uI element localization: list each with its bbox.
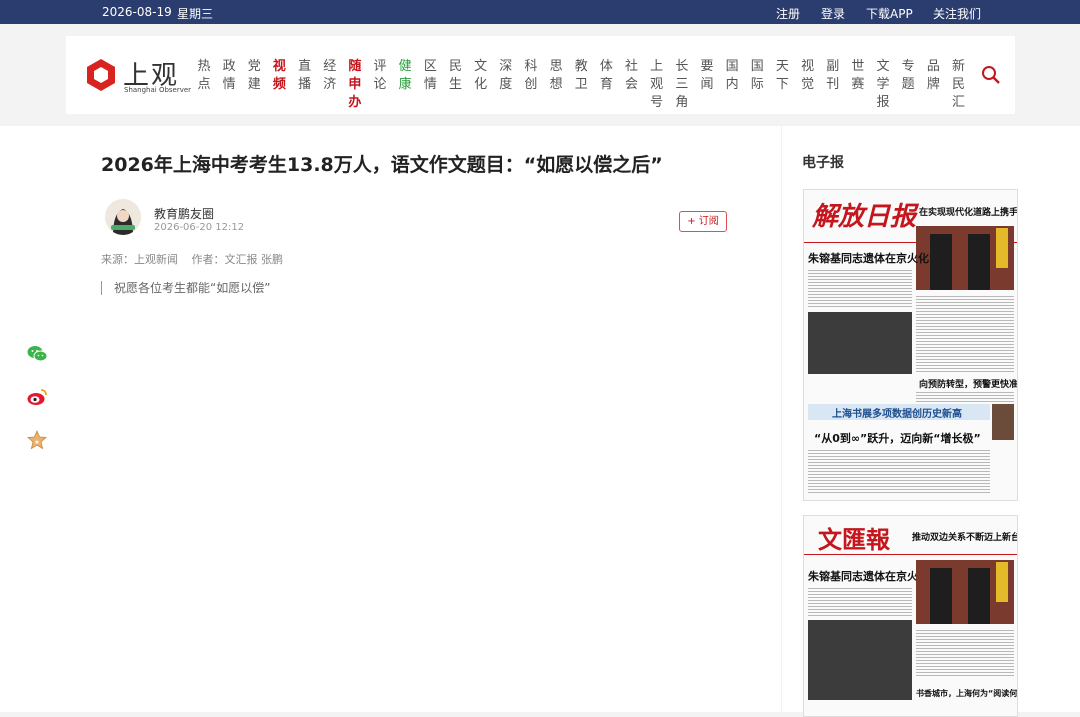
nav-item[interactable]: 党建 xyxy=(247,58,261,94)
nav-item[interactable]: 民生 xyxy=(449,58,463,94)
paper-banner-text: 上海书展多项数据创历史新高 xyxy=(832,409,962,420)
nav-item[interactable]: 深度 xyxy=(499,58,513,94)
nav-item[interactable]: 文学报 xyxy=(876,58,890,112)
top-bar: 2026-08-19 星期三 注册 登录 下载APP 关注我们 xyxy=(0,0,1080,24)
paper-text-block xyxy=(916,390,1014,402)
paper-photo xyxy=(916,560,1014,624)
nav-item[interactable]: 上观号 xyxy=(650,58,664,112)
wechat-share-icon[interactable] xyxy=(26,343,48,365)
logo-subtitle: Shanghai Observer xyxy=(124,86,192,94)
paper-text-block xyxy=(916,294,1014,374)
nav-item[interactable]: 教卫 xyxy=(574,58,588,94)
download-app-link[interactable]: 下载APP xyxy=(866,5,913,22)
nav-item[interactable]: 体育 xyxy=(599,58,613,94)
sidebar: 电子报 解放日报 在实现现代化道路上携手同行 朱镕基同志遗体在京火化 向预防转型… xyxy=(782,126,1080,717)
nav-item[interactable]: 经济 xyxy=(323,58,337,94)
paper-banner: 上海书展多项数据创历史新高 xyxy=(808,404,990,420)
nav-item[interactable]: 随申办 xyxy=(348,58,362,112)
nav-item[interactable]: 新民汇 xyxy=(952,58,966,112)
paper-photo xyxy=(808,620,912,700)
svg-text:★: ★ xyxy=(34,439,39,446)
current-date: 2026-08-19 xyxy=(102,5,172,19)
author-avatar[interactable] xyxy=(105,199,141,235)
article-summary: 祝愿各位考生都能“如愿以偿” xyxy=(101,281,270,295)
epaper-jiefang-daily[interactable]: 解放日报 在实现现代化道路上携手同行 朱镕基同志遗体在京火化 向预防转型，预警更… xyxy=(803,189,1018,501)
nav-item[interactable]: 品牌 xyxy=(926,58,940,94)
article-title: 2026年上海中考考生13.8万人，语文作文题目：“如愿以偿之后” xyxy=(101,154,663,176)
weibo-share-icon[interactable] xyxy=(26,386,48,408)
paper-photo xyxy=(992,404,1014,440)
nav-item[interactable]: 政情 xyxy=(222,58,236,94)
nav-item[interactable]: 国内 xyxy=(725,58,739,94)
paper-top-headline: 推动双边关系不断迈上新台阶 xyxy=(912,533,1018,543)
current-weekday: 星期三 xyxy=(177,7,214,21)
paper-text-block xyxy=(808,586,912,616)
paper-rule xyxy=(804,554,1017,555)
paper-top-headline: 在实现现代化道路上携手同行 xyxy=(919,208,1018,218)
login-link[interactable]: 登录 xyxy=(821,5,845,22)
nav-item[interactable]: 要闻 xyxy=(700,58,714,94)
nav-item[interactable]: 国际 xyxy=(750,58,764,94)
register-link[interactable]: 注册 xyxy=(776,5,800,22)
nav-item[interactable]: 专题 xyxy=(901,58,915,94)
follow-us-link[interactable]: 关注我们 xyxy=(933,5,981,22)
nav-item[interactable]: 副刊 xyxy=(826,58,840,94)
publish-time: 2026-06-20 12:12 xyxy=(154,222,245,233)
paper-photo xyxy=(916,226,1014,290)
nav-item[interactable]: 世赛 xyxy=(851,58,865,94)
paper-text-block xyxy=(916,628,1014,678)
paper-text-block xyxy=(808,268,912,308)
nav-item[interactable]: 健康 xyxy=(398,58,412,94)
nav-item[interactable]: 思想 xyxy=(549,58,563,94)
nav-item[interactable]: 视觉 xyxy=(801,58,815,94)
nav-item[interactable]: 直播 xyxy=(298,58,312,94)
paper-main-headline: 朱镕基同志遗体在京火化 xyxy=(808,570,929,583)
avatar-image xyxy=(105,199,141,235)
epaper-wenhui-daily[interactable]: 文匯報 推动双边关系不断迈上新台阶 朱镕基同志遗体在京火化 书香城市，上海何为“… xyxy=(803,515,1018,717)
nav-item[interactable]: 热点 xyxy=(197,58,211,94)
epaper-heading: 电子报 xyxy=(802,155,844,171)
paper-big-quote: “从0到∞”跃升，迈向新“增长极” xyxy=(814,432,981,445)
nav-item[interactable]: 科创 xyxy=(524,58,538,94)
nav-item[interactable]: 文化 xyxy=(474,58,488,94)
paper-photo xyxy=(808,312,912,374)
nav-item[interactable]: 视频 xyxy=(272,58,286,94)
nav-item[interactable]: 评论 xyxy=(373,58,387,94)
paper-masthead: 文匯報 xyxy=(818,525,890,554)
nav-item[interactable]: 长三角 xyxy=(675,58,689,112)
favorite-star-icon[interactable]: ★ xyxy=(26,429,48,451)
main-navigation: 上观 Shanghai Observer 热点 政情 党建 视频 直播 经济 随申办 评论 健康… xyxy=(66,36,1015,114)
paper-masthead: 解放日报 xyxy=(812,202,917,232)
paper-main-headline: 朱镕基同志遗体在京火化 xyxy=(808,252,929,265)
nav-item[interactable]: 区情 xyxy=(423,58,437,94)
nav-item[interactable]: 社会 xyxy=(625,58,639,94)
paper-sub-headline: 书香城市，上海何为“阅读何为” xyxy=(916,689,1018,698)
article-panel: 2026年上海中考考生13.8万人，语文作文题目：“如愿以偿之后” 教育鹏友圈 … xyxy=(0,126,781,712)
site-logo[interactable]: 上观 Shanghai Observer xyxy=(84,55,194,97)
paper-text-block xyxy=(808,448,990,494)
paper-sub-headline: 向预防转型，预警更快准 xyxy=(919,380,1018,390)
article-source: 来源：上观新闻 xyxy=(101,253,178,266)
author-name[interactable]: 教育鹏友圈 xyxy=(154,205,214,222)
nav-item[interactable]: 天下 xyxy=(775,58,789,94)
search-icon[interactable] xyxy=(981,65,1001,85)
logo-mark-icon xyxy=(87,59,115,91)
subscribe-button[interactable]: + 订阅 xyxy=(679,211,727,232)
article-writer: 作者：文汇报 张鹏 xyxy=(191,253,284,266)
article-meta: 来源：上观新闻 作者：文汇报 张鹏 xyxy=(101,251,293,267)
